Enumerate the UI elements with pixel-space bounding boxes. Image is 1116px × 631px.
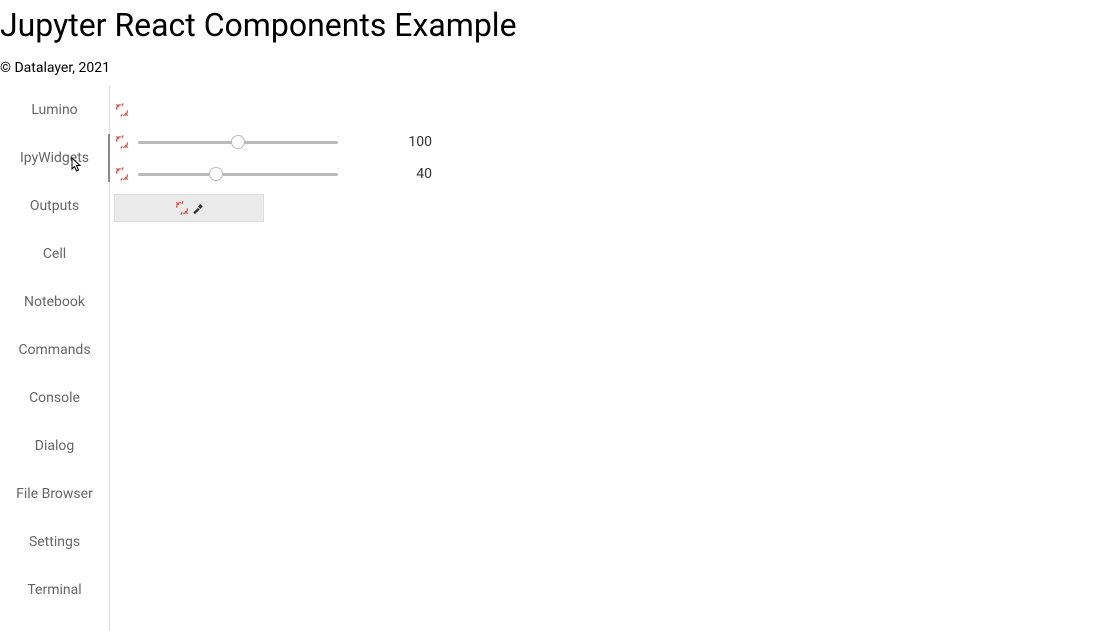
sidebar-item-label: Cell <box>43 246 66 262</box>
widget-row-header <box>114 94 1112 126</box>
sidebar-item-file-browser[interactable]: File Browser <box>0 470 109 518</box>
page-title: Jupyter React Components Example <box>0 0 1116 44</box>
slider-track <box>138 173 338 176</box>
broken-link-icon[interactable] <box>114 166 130 182</box>
sidebar-item-label: Dialog <box>35 438 74 454</box>
main-content: 100 40 <box>110 86 1116 631</box>
sidebar-item-dialog[interactable]: Dialog <box>0 422 109 470</box>
sidebar-item-label: IpyWidgets <box>20 150 89 166</box>
hammer-icon <box>192 202 204 214</box>
sidebar-item-settings[interactable]: Settings <box>0 518 109 566</box>
broken-link-icon <box>174 200 190 216</box>
copyright-text: © Datalayer, 2021 <box>0 44 1116 86</box>
sidebar-item-lumino[interactable]: Lumino <box>0 86 109 134</box>
sidebar-item-commands[interactable]: Commands <box>0 326 109 374</box>
sidebar-item-notebook[interactable]: Notebook <box>0 278 109 326</box>
slider-thumb[interactable] <box>209 167 223 181</box>
broken-link-icon[interactable] <box>114 134 130 150</box>
sidebar-item-console[interactable]: Console <box>0 374 109 422</box>
slider-row-1: 100 <box>114 126 1112 158</box>
sidebar-item-label: Notebook <box>24 294 85 310</box>
slider-2[interactable] <box>138 173 338 176</box>
sidebar-item-label: Console <box>29 390 80 406</box>
sidebar-item-label: File Browser <box>16 486 93 502</box>
sidebar: Lumino IpyWidgets Outputs Cell Notebook … <box>0 86 110 631</box>
sidebar-item-label: Lumino <box>31 102 77 118</box>
sidebar-item-label: Terminal <box>27 582 81 598</box>
slider-1-value: 100 <box>372 134 432 150</box>
slider-row-2: 40 <box>114 158 1112 190</box>
sidebar-item-ipywidgets[interactable]: IpyWidgets <box>0 134 109 182</box>
slider-track <box>138 141 338 144</box>
sidebar-item-label: Commands <box>18 342 90 358</box>
broken-link-icon[interactable] <box>114 102 130 118</box>
action-button[interactable] <box>114 194 264 222</box>
slider-1[interactable] <box>138 141 338 144</box>
slider-2-value: 40 <box>372 166 432 182</box>
slider-thumb[interactable] <box>231 135 245 149</box>
button-row <box>114 192 1112 224</box>
sidebar-item-label: Settings <box>29 534 80 550</box>
sidebar-item-label: Outputs <box>30 198 79 214</box>
sidebar-item-cell[interactable]: Cell <box>0 230 109 278</box>
sidebar-item-terminal[interactable]: Terminal <box>0 566 109 614</box>
sidebar-item-outputs[interactable]: Outputs <box>0 182 109 230</box>
